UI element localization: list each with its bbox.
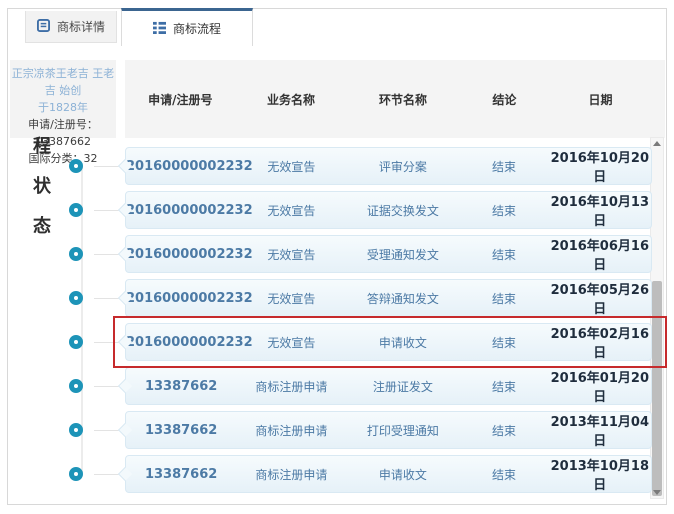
trademark-name-line2: 于1828年 (38, 101, 88, 115)
process-row: 13387662 商标注册申请 申请收文 结束 2013年10月18日 (8, 455, 652, 493)
scroll-up-icon[interactable] (653, 141, 661, 146)
registration-number-cell: 20160000002232 (126, 158, 253, 174)
process-row: 20160000002232 无效宣告 证据交换发文 结束 2016年10月13… (8, 191, 652, 229)
trademark-process-screen: 商标详情 商标流程 正宗凉茶王老吉 王老吉 始创 于1828年 申请/注册号：1… (0, 0, 674, 514)
timeline-dot-icon (69, 335, 83, 349)
date-cell: 2013年11月04日 (550, 415, 649, 449)
process-row-bubble[interactable]: 20160000002232 无效宣告 答辩通知发文 结束 2016年05月26… (117, 279, 652, 317)
conclusion-cell: 结束 (491, 335, 516, 350)
process-row-bubble[interactable]: 13387662 商标注册申请 打印受理通知 结束 2013年11月04日 (117, 411, 652, 449)
document-icon (36, 18, 50, 35)
registration-number-cell: 20160000002232 (126, 290, 253, 306)
tab-trademark-process[interactable]: 商标流程 (121, 8, 253, 46)
process-row: 13387662 商标注册申请 打印受理通知 结束 2013年11月04日 (8, 411, 652, 449)
business-name-cell: 无效宣告 (267, 203, 316, 218)
scroll-down-icon[interactable] (653, 490, 661, 495)
step-name-cell: 证据交换发文 (366, 203, 439, 218)
process-row-bubble[interactable]: 20160000002232 无效宣告 证据交换发文 结束 2016年10月13… (117, 191, 652, 229)
step-name-cell: 申请收文 (378, 467, 427, 482)
process-row-bubble[interactable]: 13387662 商标注册申请 申请收文 结束 2013年10月18日 (117, 455, 652, 493)
date-cell: 2016年06月16日 (550, 239, 649, 273)
date-cell: 2013年10月18日 (550, 459, 649, 493)
header-step-name: 环节名称 (378, 92, 427, 107)
table-scrollbar[interactable] (650, 137, 664, 499)
header-business-name: 业务名称 (266, 92, 315, 107)
business-name-cell: 无效宣告 (267, 335, 316, 350)
step-name-cell: 受理通知发文 (366, 247, 439, 262)
process-row-bubble[interactable]: 20160000002232 无效宣告 评审分案 结束 2016年10月20日 (117, 147, 652, 185)
tab-label: 商标流程 (172, 22, 221, 36)
timeline-dot-icon (69, 423, 83, 437)
list-icon (152, 21, 166, 37)
process-row-bubble[interactable]: 20160000002232 无效宣告 申请收文 结束 2016年02月16日 (117, 323, 652, 361)
timeline-dot-icon (69, 291, 83, 305)
date-cell: 2016年01月20日 (550, 371, 649, 405)
registration-number-cell: 13387662 (144, 466, 218, 482)
registration-number-cell: 13387662 (144, 422, 218, 438)
business-name-cell: 无效宣告 (267, 247, 316, 262)
conclusion-cell: 结束 (491, 247, 516, 262)
business-name-cell: 商标注册申请 (255, 423, 328, 438)
trademark-name: 正宗凉茶王老吉 王老吉 始创 (11, 67, 115, 98)
header-date: 日期 (588, 92, 613, 107)
timeline-rows: 20160000002232 无效宣告 评审分案 结束 2016年10月20日 … (8, 147, 667, 499)
conclusion-cell: 结束 (491, 159, 516, 174)
step-name-cell: 申请收文 (378, 335, 427, 350)
conclusion-cell: 结束 (491, 203, 516, 218)
step-name-cell: 打印受理通知 (366, 423, 439, 438)
registration-number-cell: 20160000002232 (126, 202, 253, 218)
step-name-cell: 注册证发文 (372, 379, 433, 394)
process-row-bubble[interactable]: 13387662 商标注册申请 注册证发文 结束 2016年01月20日 (117, 367, 652, 405)
trademark-panel: 商标详情 商标流程 正宗凉茶王老吉 王老吉 始创 于1828年 申请/注册号：1… (7, 8, 667, 505)
conclusion-cell: 结束 (491, 291, 516, 306)
timeline-dot-icon (69, 467, 83, 481)
process-row: 20160000002232 无效宣告 评审分案 结束 2016年10月20日 (8, 147, 652, 185)
conclusion-cell: 结束 (491, 467, 516, 482)
timeline-dot-icon (69, 159, 83, 173)
business-name-cell: 无效宣告 (267, 159, 316, 174)
process-row: 20160000002232 无效宣告 受理通知发文 结束 2016年06月16… (8, 235, 652, 273)
process-row: 20160000002232 无效宣告 答辩通知发文 结束 2016年05月26… (8, 279, 652, 317)
scrollbar-thumb[interactable] (652, 281, 662, 496)
table-header: 申请/注册号 业务名称 环节名称 结论 日期 (125, 60, 665, 138)
process-row: 20160000002232 无效宣告 申请收文 结束 2016年02月16日 (8, 316, 667, 368)
header-conclusion: 结论 (492, 92, 517, 107)
step-name-cell: 答辩通知发文 (366, 291, 439, 306)
date-cell: 2016年05月26日 (550, 283, 649, 317)
date-cell: 2016年10月20日 (550, 151, 649, 185)
date-cell: 2016年02月16日 (550, 327, 649, 361)
step-name-cell: 评审分案 (378, 159, 427, 174)
tab-label: 商标详情 (56, 20, 105, 34)
process-row: 13387662 商标注册申请 注册证发文 结束 2016年01月20日 (8, 367, 652, 405)
header-registration-no: 申请/注册号 (148, 92, 213, 107)
business-name-cell: 无效宣告 (267, 291, 316, 306)
process-row-bubble[interactable]: 20160000002232 无效宣告 受理通知发文 结束 2016年06月16… (117, 235, 652, 273)
business-name-cell: 商标注册申请 (255, 379, 328, 394)
registration-number: 申请/注册号：13387662 (28, 118, 98, 149)
business-name-cell: 商标注册申请 (255, 467, 328, 482)
date-cell: 2016年10月13日 (550, 195, 649, 229)
timeline-dot-icon (69, 247, 83, 261)
registration-number-cell: 20160000002232 (126, 334, 253, 350)
conclusion-cell: 结束 (491, 423, 516, 438)
timeline-dot-icon (69, 203, 83, 217)
tab-trademark-details[interactable]: 商标详情 (25, 11, 117, 43)
registration-number-cell: 13387662 (144, 378, 218, 394)
timeline-dot-icon (69, 379, 83, 393)
conclusion-cell: 结束 (491, 379, 516, 394)
trademark-info-box: 正宗凉茶王老吉 王老吉 始创 于1828年 申请/注册号：13387662 国际… (10, 60, 116, 165)
registration-number-cell: 20160000002232 (126, 246, 253, 262)
